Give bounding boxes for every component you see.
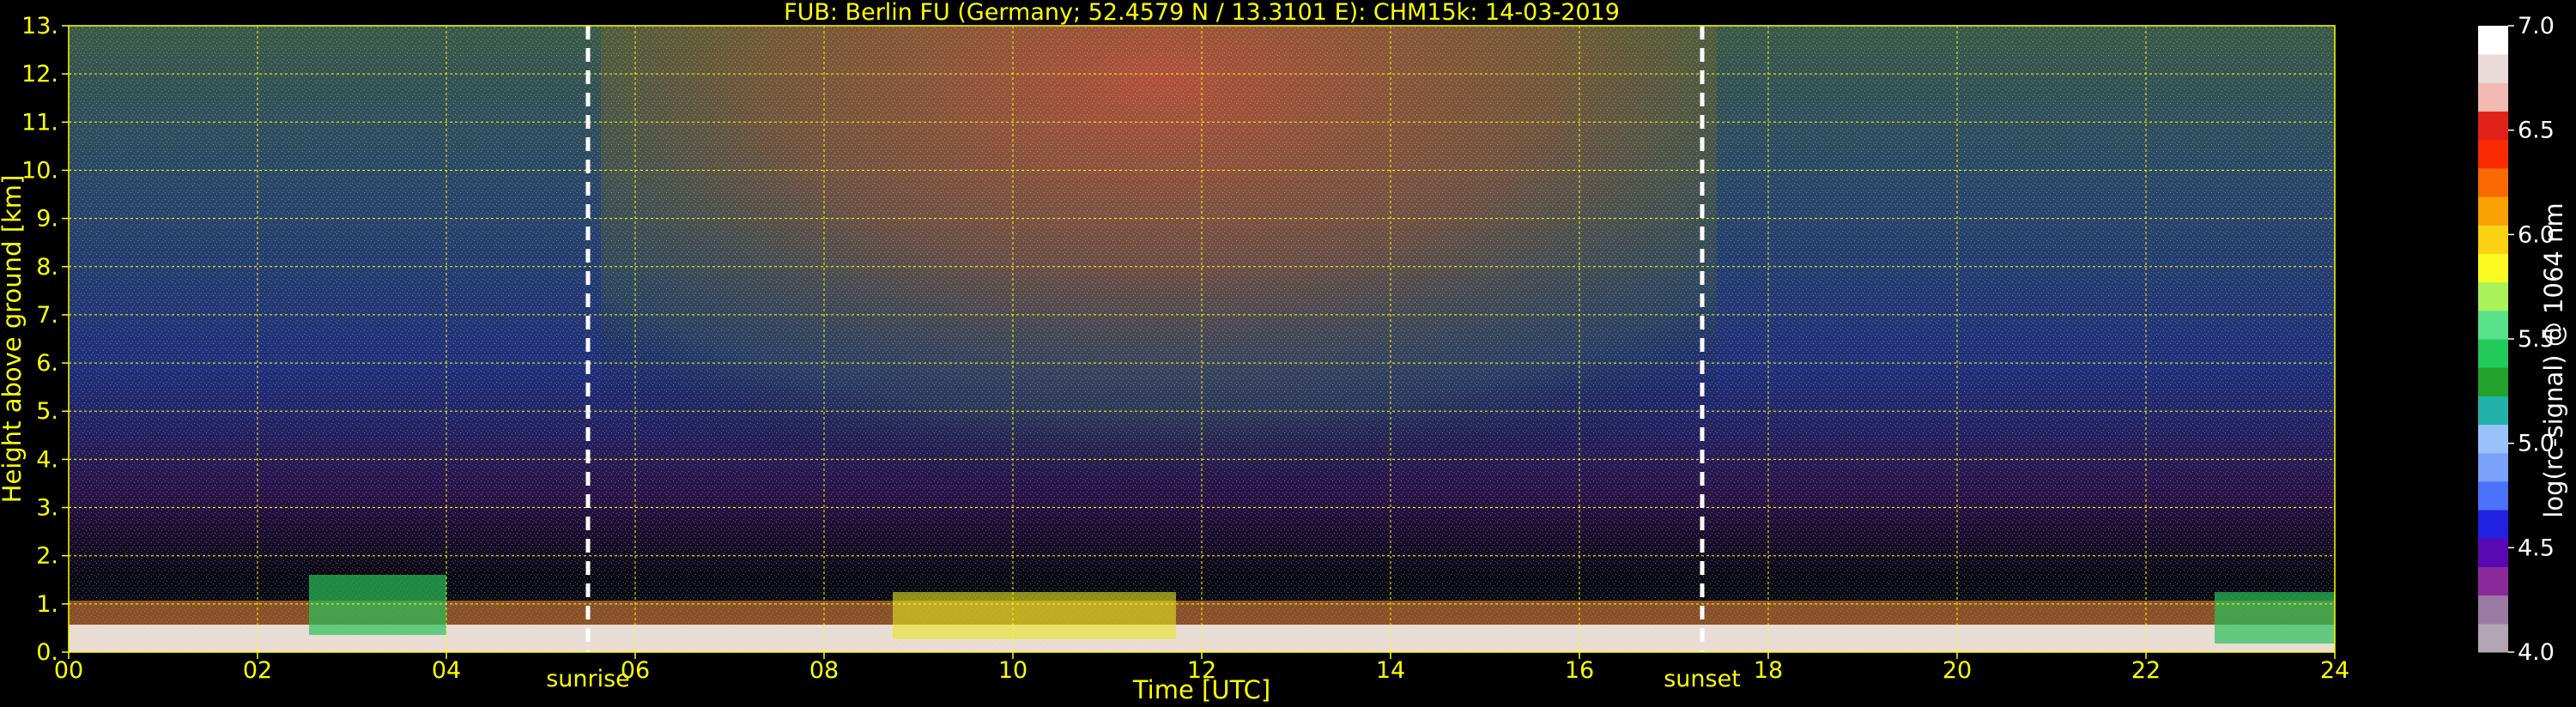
y-tick-label: 10. bbox=[21, 157, 58, 184]
colorbar-tick-label: 6.5 bbox=[2518, 118, 2555, 144]
colorbar-segment bbox=[2478, 424, 2508, 454]
x-tick-label: 16 bbox=[1565, 657, 1594, 684]
sunrise-label: sunrise bbox=[546, 666, 630, 692]
x-tick-label: 08 bbox=[809, 657, 839, 684]
colorbar-segment bbox=[2478, 510, 2508, 539]
y-tick-label: 3. bbox=[36, 495, 58, 522]
colorbar-segment bbox=[2478, 167, 2508, 197]
colorbar-segment bbox=[2478, 595, 2508, 625]
colorbar-segment bbox=[2478, 452, 2508, 482]
colorbar bbox=[2478, 26, 2508, 653]
x-tick-label: 14 bbox=[1376, 657, 1405, 684]
y-tick-label: 11. bbox=[21, 109, 58, 136]
y-tick-label: 12. bbox=[21, 61, 58, 88]
x-tick-label: 06 bbox=[621, 657, 650, 684]
x-tick-label: 24 bbox=[2320, 657, 2349, 684]
x-tick-label: 04 bbox=[432, 657, 461, 684]
y-tick-label: 9. bbox=[36, 206, 58, 233]
colorbar-segment bbox=[2478, 538, 2508, 567]
x-tick-label: 20 bbox=[1943, 657, 1972, 684]
colorbar-segment bbox=[2478, 281, 2508, 311]
colorbar-segment bbox=[2478, 310, 2508, 340]
x-tick-label: 10 bbox=[998, 657, 1027, 684]
colorbar-segment bbox=[2478, 196, 2508, 226]
colorbar-segment bbox=[2478, 253, 2508, 283]
y-tick-label: 7. bbox=[36, 302, 58, 329]
colorbar-tick-label: 7.0 bbox=[2518, 13, 2555, 39]
sunset-label: sunset bbox=[1664, 666, 1741, 692]
colorbar-segment bbox=[2478, 26, 2508, 55]
colorbar-segment bbox=[2478, 480, 2508, 511]
y-axis-label: Height above ground [km] bbox=[0, 175, 27, 504]
y-tick-label: 4. bbox=[36, 446, 58, 473]
colorbar-label: log(rc-signal) @ 1064 nm bbox=[2539, 202, 2568, 517]
y-tick-label: 1. bbox=[36, 591, 58, 618]
colorbar-segment bbox=[2478, 139, 2508, 169]
y-axis-ticks: 0.1.2.3.4.5.6.7.8.9.10.11.12.13. bbox=[21, 13, 69, 666]
colorbar-tick-label: 4.5 bbox=[2518, 535, 2555, 561]
colorbar-segment bbox=[2478, 623, 2508, 653]
colorbar-segment bbox=[2478, 396, 2508, 426]
colorbar-segment bbox=[2478, 367, 2508, 396]
chart-title: FUB: Berlin FU (Germany; 52.4579 N / 13.… bbox=[784, 0, 1620, 26]
x-tick-label: 22 bbox=[2131, 657, 2161, 684]
ceilometer-chart: sunrise sunset 0.1.2.3.4.5.6.7.8.9.10.11.… bbox=[0, 0, 2568, 704]
y-tick-label: 5. bbox=[36, 398, 58, 425]
y-tick-label: 13. bbox=[21, 13, 58, 39]
colorbar-segment bbox=[2478, 339, 2508, 368]
colorbar-segment bbox=[2478, 225, 2508, 254]
y-tick-label: 6. bbox=[36, 350, 58, 377]
x-tick-label: 18 bbox=[1754, 657, 1783, 684]
colorbar-segment bbox=[2478, 566, 2508, 596]
y-tick-label: 8. bbox=[36, 254, 58, 281]
x-axis-label: Time [UTC] bbox=[1132, 675, 1270, 704]
colorbar-tick-label: 4.0 bbox=[2518, 639, 2555, 666]
y-tick-label: 2. bbox=[36, 543, 58, 570]
x-tick-label: 02 bbox=[243, 657, 272, 684]
x-tick-label: 00 bbox=[54, 657, 83, 684]
colorbar-segment bbox=[2478, 82, 2508, 112]
colorbar-segment bbox=[2478, 54, 2508, 83]
colorbar-segment bbox=[2478, 111, 2508, 141]
